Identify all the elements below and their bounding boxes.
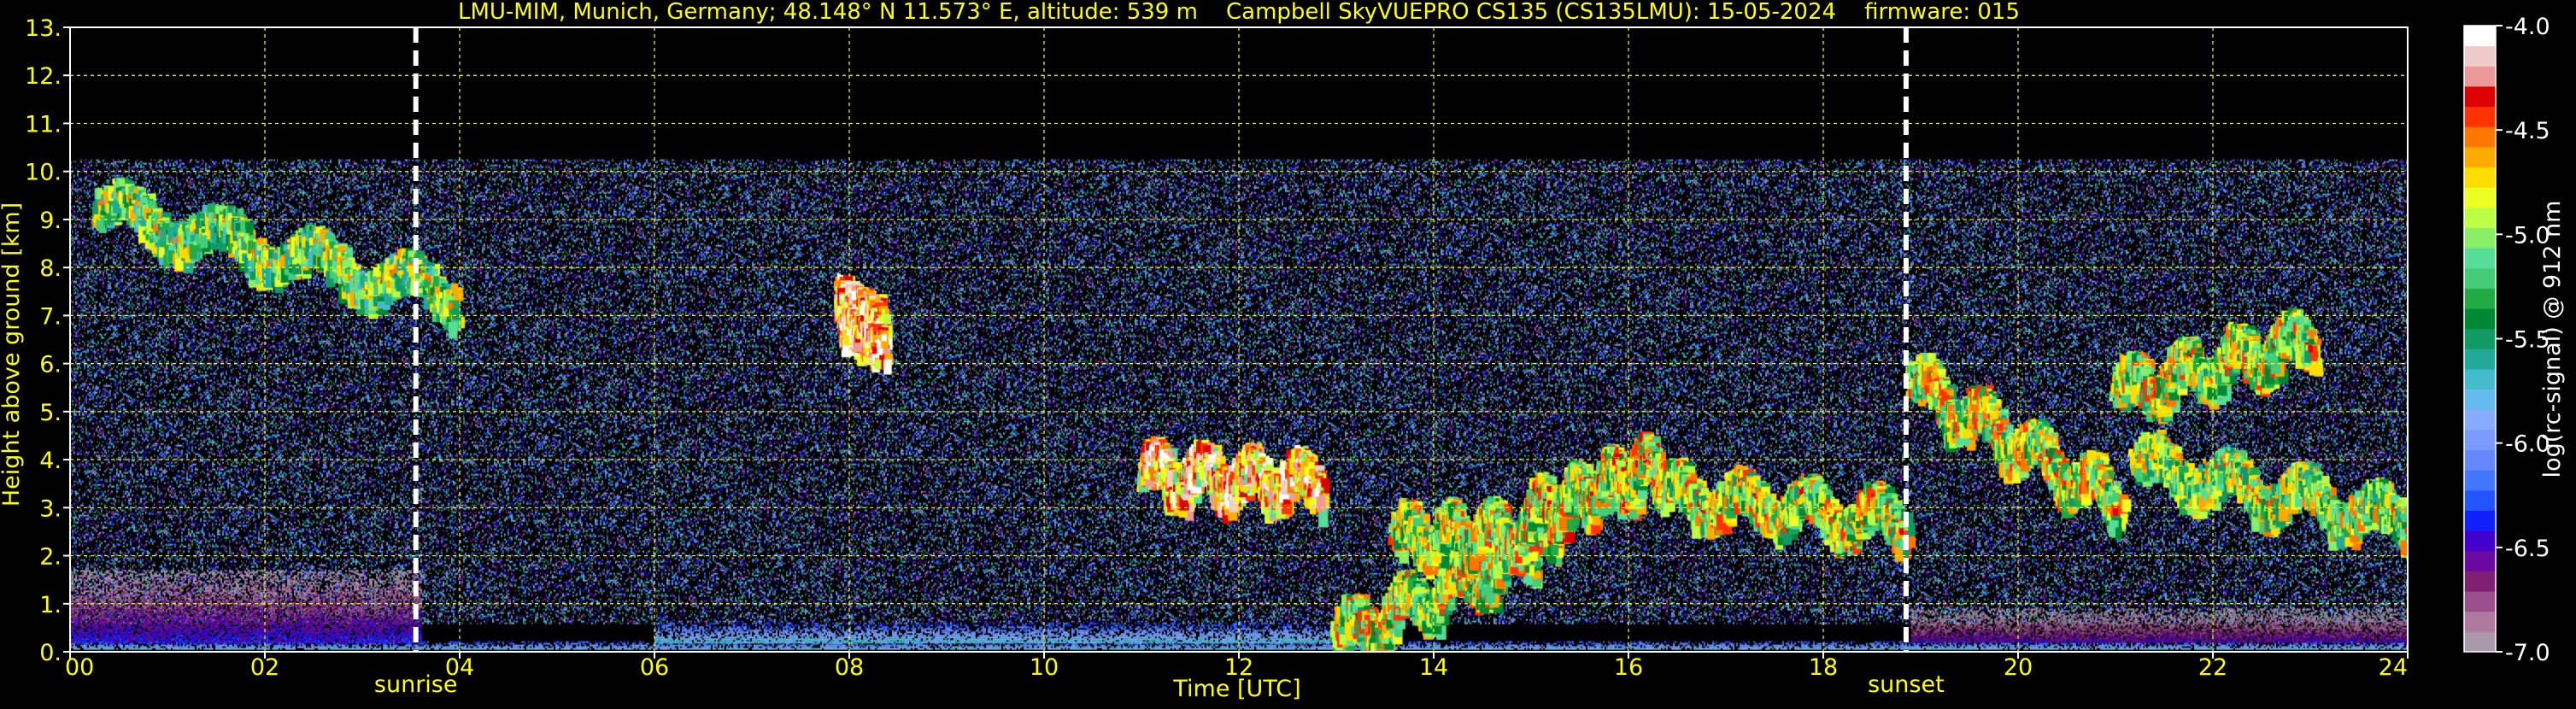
x-tick-label: 02 [250, 654, 279, 681]
colorbar-swatch [2464, 126, 2496, 148]
colorbar-swatch [2464, 591, 2496, 612]
x-tick-label: 20 [2004, 654, 2033, 681]
x-tick-label: 06 [640, 654, 669, 681]
colorbar-swatch [2464, 207, 2496, 228]
colorbar-swatch [2464, 146, 2496, 168]
colorbar-tick-label: -4.0 [2505, 14, 2550, 40]
y-tick-label: 1. [39, 592, 62, 618]
y-tick-label: 5. [39, 400, 62, 426]
x-tick-label: 18 [1809, 654, 1838, 681]
colorbar-swatch [2464, 349, 2496, 370]
x-tick-label: 16 [1614, 654, 1643, 681]
y-tick-label: 6. [39, 352, 62, 378]
y-tick-label: 3. [39, 495, 62, 522]
colorbar-swatch [2464, 45, 2496, 67]
y-axis-label: Height above ground [km] [0, 202, 25, 507]
colorbar-swatch [2464, 26, 2496, 47]
backscatter-raster [70, 27, 2408, 652]
y-tick-label: 8. [39, 255, 62, 282]
colorbar-swatch [2464, 227, 2496, 249]
y-tick-label: 4. [39, 448, 62, 474]
colorbar-swatch [2464, 510, 2496, 531]
colorbar-swatch [2464, 470, 2496, 491]
backscatter-chart: sunrise sunset 00 02 04 06 08 10 12 14 16 18 20 22 24… [0, 0, 2576, 706]
y-tick-label: 11. [25, 111, 62, 138]
plot-layer [70, 27, 2408, 652]
y-tick-label: 9. [39, 208, 62, 234]
colorbar-swatch [2464, 308, 2496, 330]
y-tick-label: 7. [39, 303, 62, 330]
colorbar-tick-label: -7.0 [2505, 640, 2550, 666]
ceilometer-figure: sunrise sunset 00 02 04 06 08 10 12 14 16 18 20 22 24… [0, 0, 2576, 706]
colorbar-swatch [2464, 530, 2496, 552]
colorbar-label: log(rc-signal) @ 912 nm [2539, 201, 2566, 478]
colorbar-tick-label: -4.5 [2505, 118, 2550, 144]
colorbar-swatch [2464, 106, 2496, 127]
colorbar-swatch [2464, 571, 2496, 592]
chart-title: LMU-MIM, Munich, Germany; 48.148° N 11.5… [458, 0, 2020, 25]
colorbar-swatch [2464, 550, 2496, 571]
y-tick-label: 10. [25, 160, 62, 186]
colorbar-swatch [2464, 429, 2496, 451]
colorbar-swatch [2464, 489, 2496, 511]
x-tick-label: 08 [835, 654, 864, 681]
colorbar-swatch [2464, 187, 2496, 208]
y-tick-label: 13. [25, 15, 62, 42]
colorbar-swatch [2464, 288, 2496, 309]
x-axis-label: Time [UTC] [1172, 676, 1300, 702]
x-tick-label: 00 [65, 654, 94, 681]
y-tick-label: 0. [39, 640, 62, 666]
x-tick-label: 14 [1419, 654, 1448, 681]
colorbar-swatch [2464, 409, 2496, 431]
x-tick-label: 10 [1030, 654, 1059, 681]
colorbar-tick-label: -6.5 [2505, 536, 2550, 562]
colorbar-swatch [2464, 368, 2496, 390]
x-tick-label: 24 [2379, 654, 2408, 681]
colorbar-swatch [2464, 267, 2496, 289]
colorbar-swatch [2464, 449, 2496, 471]
y-tick-label: 2. [39, 544, 62, 571]
x-tick-label: 22 [2198, 654, 2227, 681]
colorbar-swatch [2464, 631, 2496, 653]
colorbar-swatch [2464, 611, 2496, 632]
x-tick-label: 04 [445, 654, 474, 681]
y-tick-label: 12. [25, 63, 62, 90]
colorbar-swatch [2464, 389, 2496, 410]
colorbar-swatch [2464, 167, 2496, 188]
colorbar-swatch [2464, 66, 2496, 87]
colorbar-swatch [2464, 328, 2496, 349]
colorbar-swatch [2464, 248, 2496, 269]
marker-label-sunset: sunset [1868, 671, 1945, 698]
colorbar-swatch [2464, 85, 2496, 108]
